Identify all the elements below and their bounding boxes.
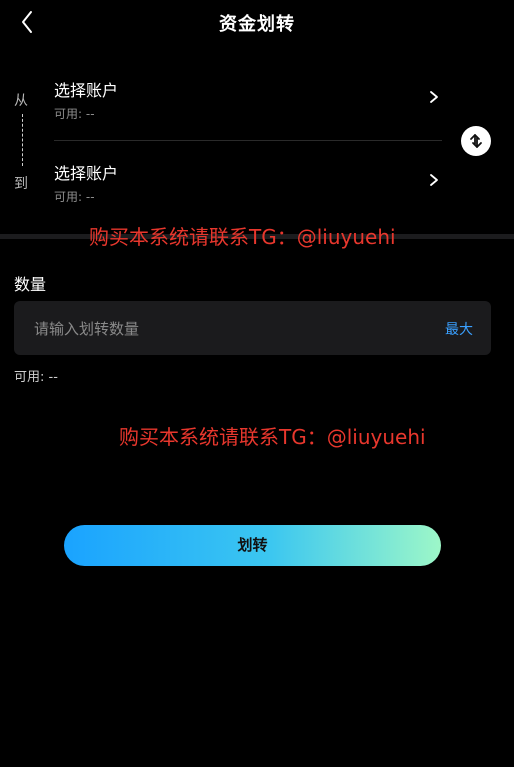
watermark-text: 购买本系统请联系TG：@liuyuehi xyxy=(119,425,426,449)
max-button[interactable]: 最大 xyxy=(445,319,473,339)
page-title: 资金划转 xyxy=(219,14,295,35)
watermark-text: 购买本系统请联系TG：@liuyuehi xyxy=(89,225,396,249)
quantity-available: 可用: -- xyxy=(14,366,58,385)
quantity-field: 最大 xyxy=(14,301,491,357)
to-available-value: -- xyxy=(85,190,95,204)
from-to-connector xyxy=(22,114,23,166)
to-available-label: 可用: xyxy=(54,190,83,204)
from-label: 从 xyxy=(14,93,28,109)
chevron-right-icon xyxy=(430,91,438,103)
swap-accounts-button[interactable] xyxy=(461,126,491,156)
from-account-title: 选择账户 xyxy=(54,81,119,100)
quantity-available-label: 可用: xyxy=(14,370,45,385)
to-account-available: 可用: -- xyxy=(54,188,95,205)
to-account-title: 选择账户 xyxy=(54,164,119,183)
quantity-available-value: -- xyxy=(48,370,58,385)
chevron-right-icon xyxy=(430,174,438,186)
account-selector: 从 到 选择账户 可用: -- 选择账户 可用: -- xyxy=(0,60,514,210)
swap-vertical-icon xyxy=(470,134,482,148)
account-divider xyxy=(54,140,442,141)
quantity-input[interactable] xyxy=(32,301,416,357)
transfer-button[interactable]: 划转 xyxy=(64,525,441,566)
to-label: 到 xyxy=(14,176,28,192)
from-available-value: -- xyxy=(85,107,95,121)
top-bar: 资金划转 xyxy=(0,0,514,44)
from-account-row[interactable]: 选择账户 可用: -- xyxy=(54,74,444,144)
from-account-available: 可用: -- xyxy=(54,105,95,122)
from-available-label: 可用: xyxy=(54,107,83,121)
to-account-row[interactable]: 选择账户 可用: -- xyxy=(54,157,444,227)
quantity-label: 数量 xyxy=(14,275,47,294)
